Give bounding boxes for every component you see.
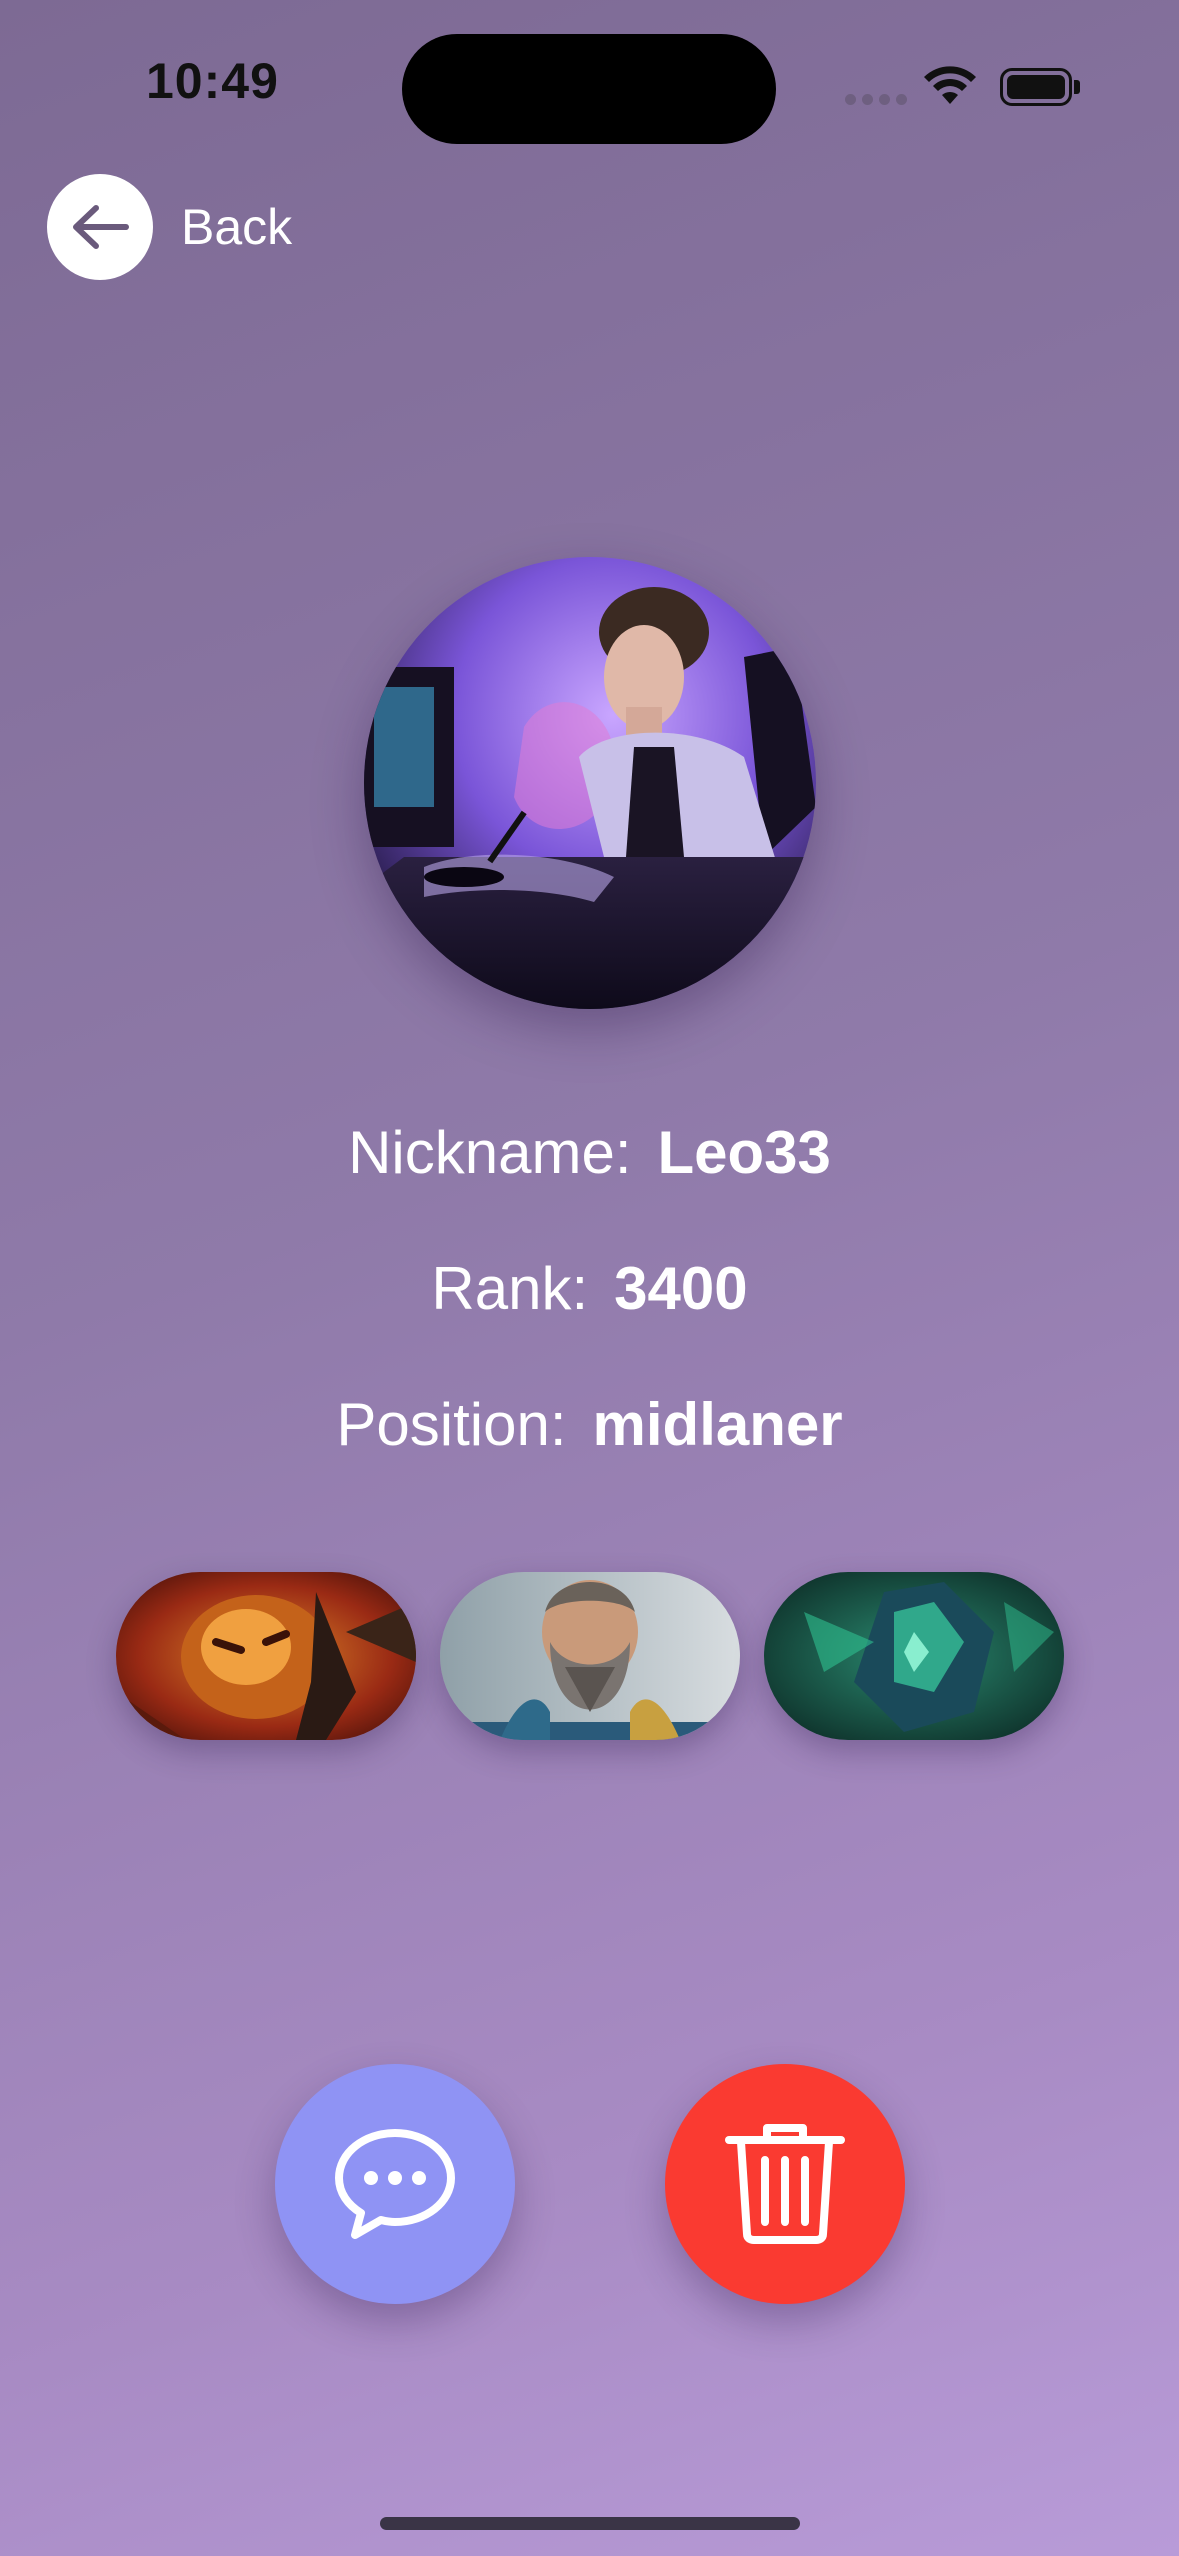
nickname-value: Leo33 bbox=[657, 1119, 831, 1186]
home-indicator[interactable] bbox=[380, 2517, 800, 2530]
status-time: 10:49 bbox=[146, 53, 279, 109]
hero-portrait-green-beast bbox=[764, 1572, 1064, 1740]
position-value: midlaner bbox=[592, 1391, 843, 1458]
rank-row: Rank: 3400 bbox=[0, 1254, 1179, 1323]
hero-list bbox=[116, 1572, 1064, 1740]
back-button[interactable]: Back bbox=[47, 174, 292, 280]
chat-bubble-icon bbox=[335, 2129, 455, 2239]
rank-value: 3400 bbox=[614, 1255, 748, 1322]
trash-icon bbox=[725, 2124, 845, 2244]
signal-icon bbox=[845, 94, 907, 105]
arrow-left-icon bbox=[73, 205, 129, 249]
position-row: Position: midlaner bbox=[0, 1390, 1179, 1459]
chat-button[interactable] bbox=[275, 2064, 515, 2304]
profile-avatar bbox=[364, 557, 816, 1009]
status-bar: 10:49 bbox=[0, 0, 1179, 180]
rank-label: Rank: bbox=[431, 1255, 589, 1322]
back-circle[interactable] bbox=[47, 174, 153, 280]
nickname-row: Nickname: Leo33 bbox=[0, 1118, 1179, 1187]
hero-portrait-ember bbox=[116, 1572, 416, 1740]
delete-button[interactable] bbox=[665, 2064, 905, 2304]
nickname-label: Nickname: bbox=[348, 1119, 632, 1186]
hero-portrait-bearded-warrior bbox=[440, 1572, 740, 1740]
battery-icon bbox=[1000, 68, 1072, 106]
dynamic-island bbox=[402, 34, 776, 144]
back-label[interactable]: Back bbox=[181, 198, 292, 256]
wifi-icon bbox=[924, 66, 976, 104]
position-label: Position: bbox=[336, 1391, 567, 1458]
